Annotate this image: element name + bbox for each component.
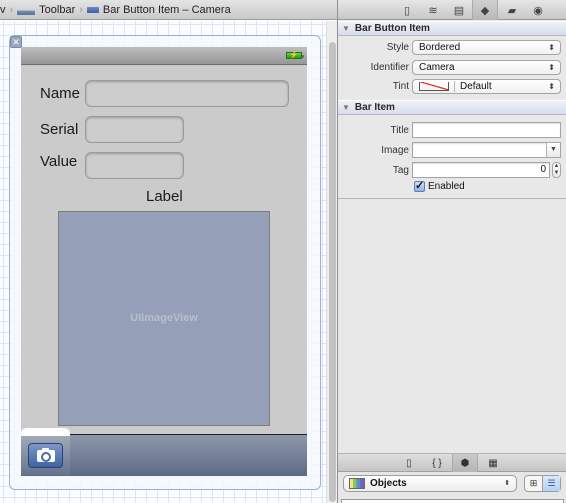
disclosure-triangle-icon[interactable]: ▼ xyxy=(342,103,350,112)
style-popup[interactable]: Bordered ⬍ xyxy=(412,40,561,55)
scroll-thumb[interactable] xyxy=(329,42,336,502)
attributes-inspector-tab[interactable]: ◆ xyxy=(472,0,498,20)
battery-icon: ⚡ xyxy=(286,52,304,59)
media-library-tab[interactable]: ▦ xyxy=(480,454,506,472)
image-combo-box[interactable]: ▼ xyxy=(412,142,561,158)
interface-builder-canvas[interactable]: v › Toolbar › Bar Button Item – Camera ✕… xyxy=(0,0,337,503)
label[interactable]: Label xyxy=(146,188,183,205)
title-input[interactable] xyxy=(412,122,561,138)
bar-button-item-section-header[interactable]: ▼ Bar Button Item xyxy=(338,21,566,36)
view-controller-view[interactable]: ⚡ Name Serial Value Label UIImageView xyxy=(21,47,307,476)
style-value: Bordered xyxy=(419,42,461,53)
tag-input[interactable]: 0 xyxy=(412,162,550,178)
identifier-popup[interactable]: Camera ⬍ xyxy=(412,60,561,75)
library-books-icon xyxy=(349,478,365,489)
breadcrumb-toolbar[interactable]: Toolbar xyxy=(17,0,75,20)
enabled-checkbox[interactable]: ✓ xyxy=(414,181,425,192)
file-template-library-tab[interactable]: ▯ xyxy=(396,454,422,472)
breadcrumb-bar-button-item[interactable]: Bar Button Item – Camera xyxy=(86,0,231,20)
camera-bar-button-item[interactable] xyxy=(28,443,63,468)
name-label[interactable]: Name xyxy=(40,85,80,102)
section-title: Bar Button Item xyxy=(354,23,430,34)
utilities-panel: ▯ ≋ ▤ ◆ ▰ ◉ ▼ Bar Button Item Style Borde… xyxy=(337,0,566,503)
combo-dropdown-icon[interactable]: ▼ xyxy=(546,143,560,157)
breadcrumb-separator: › xyxy=(79,3,83,16)
grid-view-icon[interactable]: ⊞ xyxy=(525,476,542,491)
view-mode-segmented-control: ⊞ ☰ xyxy=(524,475,561,492)
enabled-checkbox-row[interactable]: ✓ Enabled xyxy=(414,181,465,192)
quick-help-tab[interactable]: ≋ xyxy=(420,0,446,20)
breadcrumb-view[interactable]: v xyxy=(0,0,6,20)
style-label: Style xyxy=(386,42,409,53)
value-label[interactable]: Value xyxy=(40,153,77,170)
library-list[interactable] xyxy=(341,499,564,503)
size-inspector-tab[interactable]: ▰ xyxy=(499,0,525,20)
image-view-caption: UIImageView xyxy=(130,312,198,324)
object-library-tab[interactable]: ⬢ xyxy=(452,454,478,472)
name-text-field[interactable] xyxy=(85,80,289,107)
image-label: Image xyxy=(381,145,409,156)
stepper-up-icon[interactable]: ▲ xyxy=(553,163,560,170)
serial-label[interactable]: Serial xyxy=(40,121,78,138)
canvas-vertical-scrollbar[interactable] xyxy=(326,21,337,503)
camera-icon xyxy=(36,447,55,462)
library-selector-bar: ▯ { } ⬢ ▦ xyxy=(338,453,566,472)
tint-value: Default xyxy=(460,81,492,92)
jump-bar: v › Toolbar › Bar Button Item – Camera xyxy=(0,0,337,20)
separator xyxy=(454,81,455,92)
bar-button-item-icon xyxy=(86,6,99,13)
identifier-label: Identifier xyxy=(370,62,409,73)
status-bar: ⚡ xyxy=(21,47,307,65)
breadcrumb-toolbar-label: Toolbar xyxy=(39,3,76,16)
tint-color-swatch xyxy=(419,82,449,91)
connections-inspector-tab[interactable]: ◉ xyxy=(525,0,551,20)
title-label: Title xyxy=(390,125,409,136)
tag-label: Tag xyxy=(392,165,409,176)
breadcrumb-bar-button-item-label: Bar Button Item – Camera xyxy=(102,3,231,16)
library-filter-bar: Objects ⬍ ⊞ ☰ xyxy=(338,472,566,503)
stepper-down-icon[interactable]: ▼ xyxy=(553,170,560,177)
popup-arrows-icon: ⬍ xyxy=(548,82,555,91)
library-popup-value: Objects xyxy=(370,478,407,489)
image-view[interactable]: UIImageView xyxy=(58,211,270,426)
breadcrumb-separator: › xyxy=(9,3,14,16)
value-text-field[interactable] xyxy=(85,152,184,179)
popup-arrows-icon: ⬍ xyxy=(504,480,510,487)
serial-text-field[interactable] xyxy=(85,116,184,143)
identifier-value: Camera xyxy=(419,62,455,73)
tag-stepper[interactable]: ▲ ▼ xyxy=(552,162,561,178)
tint-label: Tint xyxy=(392,81,409,92)
code-snippet-library-tab[interactable]: { } xyxy=(424,454,450,472)
popup-arrows-icon: ⬍ xyxy=(548,63,555,72)
library-popup[interactable]: Objects ⬍ xyxy=(343,475,517,492)
file-inspector-tab[interactable]: ▯ xyxy=(394,0,420,20)
enabled-label[interactable]: Enabled xyxy=(428,181,465,192)
tint-popup[interactable]: Default ⬍ xyxy=(412,79,561,94)
section-divider xyxy=(338,198,566,199)
bar-item-section-header[interactable]: ▼ Bar Item xyxy=(338,100,566,115)
popup-arrows-icon: ⬍ xyxy=(548,43,555,52)
breadcrumb-view-label: v xyxy=(0,3,6,16)
inspector-selector-bar: ▯ ≋ ▤ ◆ ▰ ◉ xyxy=(338,0,566,20)
list-view-icon[interactable]: ☰ xyxy=(542,476,560,491)
toolbar-icon xyxy=(17,10,36,15)
disclosure-triangle-icon[interactable]: ▼ xyxy=(342,24,350,33)
section-title: Bar Item xyxy=(354,102,395,113)
identity-inspector-tab[interactable]: ▤ xyxy=(446,0,472,20)
